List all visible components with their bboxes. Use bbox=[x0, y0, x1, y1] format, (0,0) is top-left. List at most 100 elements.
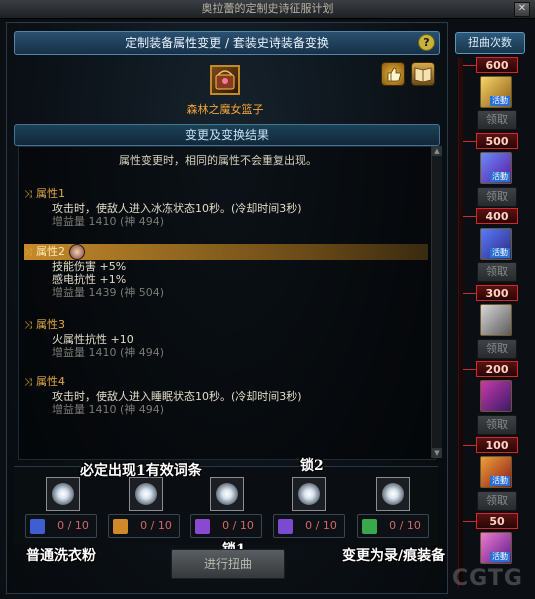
powder-icon bbox=[113, 519, 128, 534]
item-icon[interactable] bbox=[210, 65, 240, 95]
attribute-gain: 增益量 1410 (神 494) bbox=[52, 403, 165, 416]
do-twist-button[interactable]: 进行扭曲 bbox=[171, 549, 285, 579]
package-tag: 活動 bbox=[490, 248, 510, 258]
attribute-line: 攻击时，使敌人进入冰冻状态10秒。(冷却时间3秒) bbox=[52, 202, 302, 215]
slot-orb-1[interactable] bbox=[46, 477, 80, 511]
package-tag: 活動 bbox=[490, 172, 510, 182]
tier-label-600: 600 bbox=[476, 57, 518, 73]
scrollbar[interactable]: ▲ ▼ bbox=[431, 146, 442, 458]
tier-tick bbox=[463, 445, 476, 446]
attribute-name: 属性3 bbox=[36, 318, 65, 331]
package-tag: 活動 bbox=[490, 476, 510, 486]
tier-tick bbox=[463, 141, 476, 142]
attribute-gain: 增益量 1410 (神 494) bbox=[52, 346, 165, 359]
basket-icon bbox=[215, 70, 235, 90]
tier-label-500: 500 bbox=[476, 133, 518, 149]
attribute-name: 属性4 bbox=[36, 375, 65, 388]
progress-track bbox=[458, 58, 463, 588]
tier-tick bbox=[463, 293, 476, 294]
thumbs-up-button[interactable] bbox=[381, 62, 405, 86]
shuffle-icon: ⤨ bbox=[24, 247, 32, 258]
orb-icon bbox=[216, 483, 238, 505]
result-section-title: 变更及变换结果 bbox=[14, 124, 440, 146]
claim-button-500[interactable]: 领取 bbox=[477, 187, 517, 207]
attribute-4[interactable]: ⤨ 属性4 攻击时，使敌人进入睡眠状态10秒。(冷却时间3秒) 增益量 1410 … bbox=[24, 374, 428, 416]
item-name: 森林之魔女篮子 bbox=[186, 103, 264, 116]
attribute-gain: 增益量 1439 (神 504) bbox=[52, 286, 165, 299]
package-tag: 活動 bbox=[490, 96, 510, 106]
claim-button-400[interactable]: 领取 bbox=[477, 262, 517, 282]
reward-icon-400[interactable]: 活動 bbox=[480, 228, 512, 260]
attribute-2[interactable]: ⤨ 属性2 技能伤害 +5% 感电抗性 +1% 增益量 1439 (神 504) bbox=[24, 244, 428, 299]
orb-icon bbox=[135, 483, 157, 505]
tier-label-200: 200 bbox=[476, 361, 518, 377]
scroll-up-icon[interactable]: ▲ bbox=[432, 146, 442, 156]
package-tag: 活動 bbox=[490, 552, 510, 562]
close-button[interactable]: ✕ bbox=[514, 2, 530, 17]
book-button[interactable] bbox=[411, 62, 435, 86]
attribute-line: 技能伤害 +5% bbox=[52, 260, 127, 273]
shuffle-icon: ⤨ bbox=[24, 377, 32, 388]
twist-count-tab[interactable]: 扭曲次数 bbox=[455, 32, 525, 54]
slot-count-value: 0 / 10 bbox=[305, 519, 337, 532]
claim-button-300[interactable]: 领取 bbox=[477, 339, 517, 359]
help-button[interactable]: ? bbox=[418, 34, 435, 51]
reward-icon-100[interactable]: 活動 bbox=[480, 456, 512, 488]
attribute-line: 火属性抗性 +10 bbox=[52, 333, 134, 346]
slot-count-value: 0 / 10 bbox=[57, 519, 89, 532]
thumbs-up-icon bbox=[387, 67, 401, 82]
overlay-normal-powder: 普通洗衣粉 bbox=[26, 548, 96, 564]
attribute-name: 属性2 bbox=[36, 245, 65, 258]
slot-count-2: 0 / 10 bbox=[108, 514, 180, 538]
claim-button-600[interactable]: 领取 bbox=[477, 110, 517, 130]
powder-icon bbox=[278, 519, 293, 534]
slot-orb-3[interactable] bbox=[210, 477, 244, 511]
attribute-line: 攻击时，使敌人进入睡眠状态10秒。(冷却时间3秒) bbox=[52, 390, 302, 403]
powder-icon bbox=[195, 519, 210, 534]
shuffle-icon: ⤨ bbox=[24, 320, 32, 331]
slot-count-value: 0 / 10 bbox=[389, 519, 421, 532]
slot-orb-2[interactable] bbox=[129, 477, 163, 511]
attribute-name: 属性1 bbox=[36, 187, 65, 200]
claim-button-200[interactable]: 领取 bbox=[477, 415, 517, 435]
reward-icon-200[interactable] bbox=[480, 380, 512, 412]
orb-icon bbox=[298, 483, 320, 505]
overlay-change-to: 变更为录/痕装备 bbox=[342, 548, 446, 564]
overlay-must-appear: 必定出现1有效词条 bbox=[80, 463, 202, 479]
tier-label-400: 400 bbox=[476, 208, 518, 224]
scroll-down-icon[interactable]: ▼ bbox=[432, 448, 442, 458]
window-title: 奥拉蕾的定制史诗征服计划 bbox=[201, 2, 334, 15]
overlay-lock2: 锁2 bbox=[300, 458, 324, 474]
reward-icon-50[interactable]: 活動 bbox=[480, 532, 512, 564]
slot-count-5: 0 / 10 bbox=[357, 514, 429, 538]
slot-count-4: 0 / 10 bbox=[273, 514, 345, 538]
attribute-1[interactable]: ⤨ 属性1 攻击时，使敌人进入冰冻状态10秒。(冷却时间3秒) 增益量 1410 … bbox=[24, 186, 428, 228]
tier-label-50: 50 bbox=[476, 513, 518, 529]
reward-icon-500[interactable]: 活動 bbox=[480, 152, 512, 184]
slot-count-value: 0 / 10 bbox=[222, 519, 254, 532]
note-text: 属性变更时，相同的属性不会重复出现。 bbox=[119, 154, 317, 167]
attribute-3[interactable]: ⤨ 属性3 火属性抗性 +10 增益量 1410 (神 494) bbox=[24, 317, 428, 359]
window-title-bar: 奥拉蕾的定制史诗征服计划 ✕ bbox=[0, 0, 535, 19]
watermark: CGTG bbox=[452, 566, 523, 591]
tier-label-300: 300 bbox=[476, 285, 518, 301]
shuffle-icon: ⤨ bbox=[24, 189, 32, 200]
claim-button-100[interactable]: 领取 bbox=[477, 491, 517, 511]
reward-icon-600[interactable]: 活動 bbox=[480, 76, 512, 108]
powder-icon bbox=[362, 519, 377, 534]
orb-icon bbox=[52, 483, 74, 505]
tier-tick bbox=[463, 65, 476, 66]
attribute-line: 感电抗性 +1% bbox=[52, 273, 127, 286]
attribute-gain: 增益量 1410 (神 494) bbox=[52, 215, 165, 228]
reward-icon-300[interactable] bbox=[480, 304, 512, 336]
panel-header: 定制装备属性变更 / 套装史诗装备变换 bbox=[14, 31, 440, 55]
slot-count-1: 0 / 10 bbox=[25, 514, 97, 538]
tier-tick bbox=[463, 369, 476, 370]
book-icon bbox=[414, 67, 432, 83]
orb-icon bbox=[382, 483, 404, 505]
slot-count-value: 0 / 10 bbox=[140, 519, 172, 532]
slot-count-3: 0 / 10 bbox=[190, 514, 262, 538]
tier-tick bbox=[463, 521, 476, 522]
slot-orb-4[interactable] bbox=[292, 477, 326, 511]
slot-orb-5[interactable] bbox=[376, 477, 410, 511]
